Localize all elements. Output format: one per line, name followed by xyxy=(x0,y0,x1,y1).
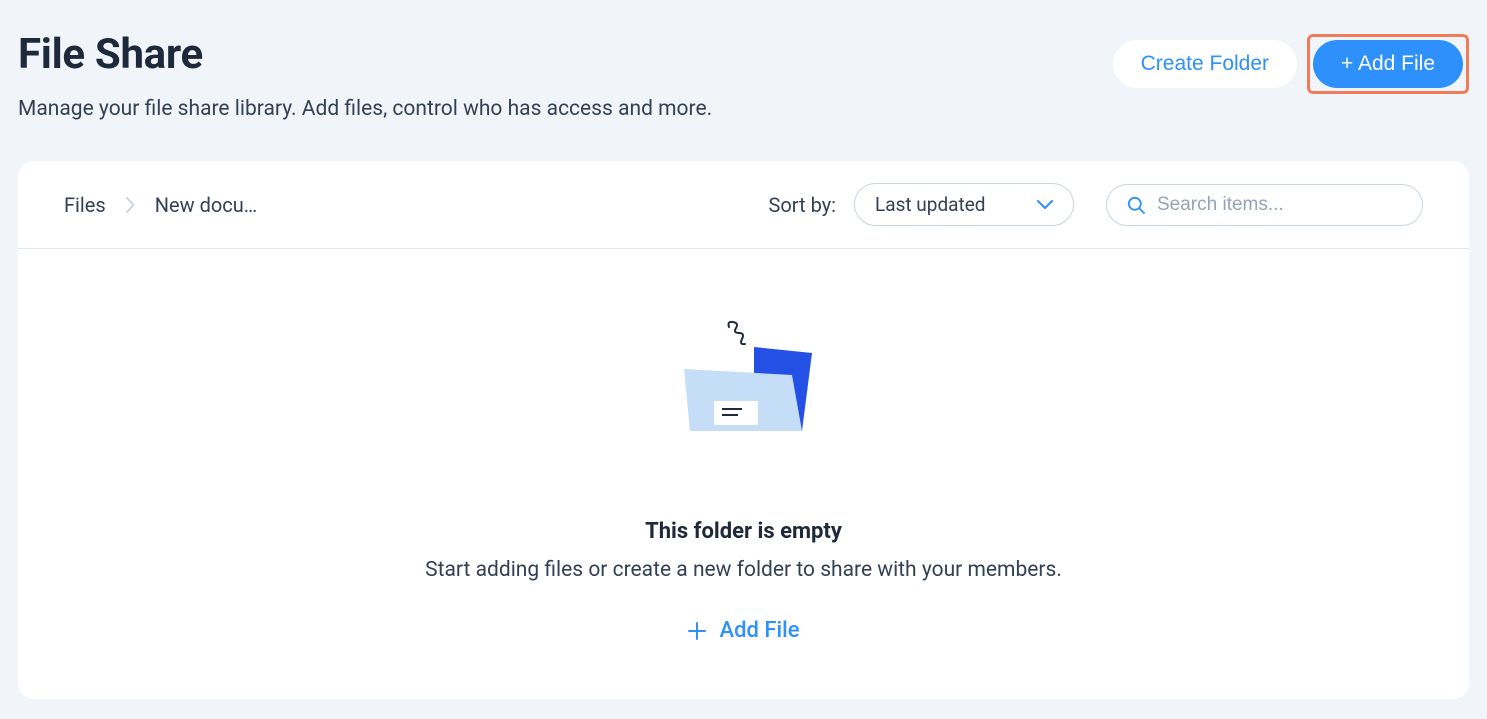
sort-select[interactable]: Last updated xyxy=(854,183,1074,226)
search-icon xyxy=(1127,196,1145,214)
empty-state-title: This folder is empty xyxy=(645,519,842,544)
annotation-highlight: + Add File xyxy=(1307,34,1469,94)
sort-by-label: Sort by: xyxy=(769,193,836,217)
create-folder-button[interactable]: Create Folder xyxy=(1113,40,1297,88)
empty-folder-illustration xyxy=(684,319,834,449)
search-input[interactable] xyxy=(1157,194,1402,216)
breadcrumb-current: New docu… xyxy=(155,193,257,217)
add-file-link-label: Add File xyxy=(720,618,800,643)
breadcrumb: Files New docu… xyxy=(64,193,257,217)
plus-icon xyxy=(688,622,706,640)
chevron-right-icon xyxy=(126,197,135,213)
page-subtitle: Manage your file share library. Add file… xyxy=(18,97,712,121)
chevron-down-icon xyxy=(1037,200,1053,210)
add-file-button[interactable]: + Add File xyxy=(1313,40,1463,88)
empty-state: This folder is empty Start adding files … xyxy=(18,249,1469,699)
empty-state-subtitle: Start adding files or create a new folde… xyxy=(425,558,1062,582)
panel-toolbar: Files New docu… Sort by: Last updated xyxy=(18,161,1469,249)
breadcrumb-root[interactable]: Files xyxy=(64,193,106,217)
search-field[interactable] xyxy=(1106,184,1423,226)
sort-group: Sort by: Last updated xyxy=(769,183,1074,226)
header-actions: Create Folder + Add File xyxy=(1113,30,1469,94)
page-title: File Share xyxy=(18,30,712,79)
page-header: File Share Manage your file share librar… xyxy=(18,30,1469,121)
file-panel: Files New docu… Sort by: Last updated xyxy=(18,161,1469,699)
sort-value: Last updated xyxy=(875,193,986,216)
add-file-link[interactable]: Add File xyxy=(688,618,800,643)
